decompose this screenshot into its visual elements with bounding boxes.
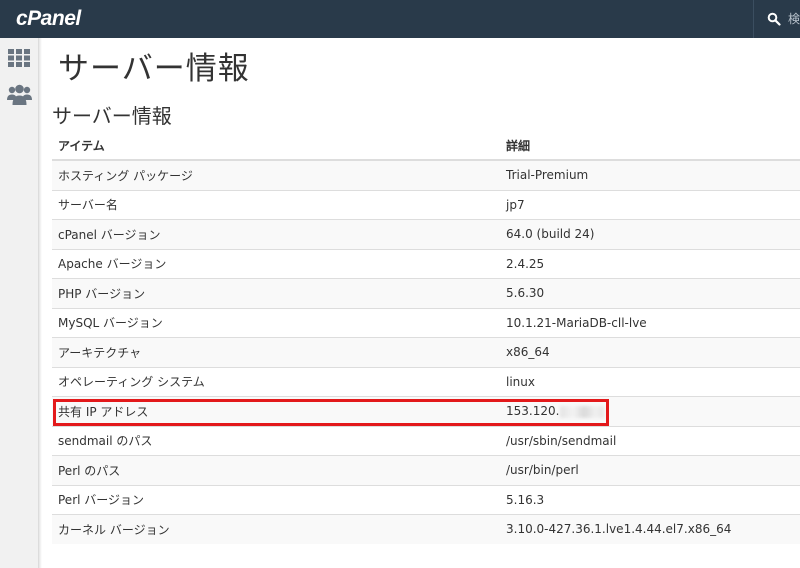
row-detail: x86_64 — [500, 337, 800, 367]
row-detail: jp7 — [500, 189, 800, 220]
cpanel-logo[interactable]: cPanel — [16, 7, 81, 31]
table-row: Perl のパス /usr/bin/perl — [52, 455, 800, 485]
table-row: MySQL バージョン 10.1.21-MariaDB-cll-lve — [52, 307, 800, 338]
table-row: Apache バージョン 2.4.25 — [52, 248, 800, 279]
server-info-table: アイテム 詳細 ホスティング パッケージ Trial-Premium サーバー名… — [52, 132, 800, 544]
table-header-row: アイテム 詳細 — [52, 132, 800, 161]
row-detail: 5.6.30 — [500, 278, 800, 308]
row-item: Perl バージョン — [52, 484, 500, 515]
column-header-item: アイテム — [52, 132, 500, 161]
row-item: Perl のパス — [52, 455, 500, 485]
content-shadow — [39, 38, 42, 568]
search-box[interactable]: 検索 — [753, 0, 800, 38]
section-title: サーバー情報 — [52, 104, 172, 128]
row-item: サーバー名 — [52, 189, 500, 220]
table-row: cPanel バージョン 64.0 (build 24) — [52, 219, 800, 249]
ip-address-value: 153.120. — [506, 404, 560, 419]
row-item: アーキテクチャ — [52, 337, 500, 367]
row-item: PHP バージョン — [52, 278, 500, 308]
column-header-detail: 詳細 — [500, 132, 800, 161]
row-item: 共有 IP アドレス — [52, 396, 500, 426]
row-detail: 3.10.0-427.36.1.lve1.4.44.el7.x86_64 — [500, 514, 800, 544]
row-detail: 5.16.3 — [500, 484, 800, 515]
row-detail: linux — [500, 366, 800, 397]
row-item: cPanel バージョン — [52, 219, 500, 249]
row-item: オペレーティング システム — [52, 366, 500, 397]
row-detail: /usr/sbin/sendmail — [500, 425, 800, 456]
ip-address-redaction — [560, 405, 605, 418]
search-icon — [767, 12, 781, 26]
sidebar — [0, 38, 39, 568]
row-item: ホスティング パッケージ — [52, 159, 500, 190]
top-bar: cPanel 検索 — [0, 0, 800, 38]
table-row: オペレーティング システム linux — [52, 366, 800, 397]
table-row: カーネル バージョン 3.10.0-427.36.1.lve1.4.44.el7… — [52, 514, 800, 544]
row-item: MySQL バージョン — [52, 307, 500, 338]
row-detail: 2.4.25 — [500, 248, 800, 279]
users-icon[interactable] — [7, 84, 32, 106]
table-row: ホスティング パッケージ Trial-Premium — [52, 159, 800, 190]
table-row: 共有 IP アドレス 153.120. — [52, 396, 800, 426]
grid-icon[interactable] — [8, 49, 30, 67]
row-detail: /usr/bin/perl — [500, 455, 800, 485]
table-row: PHP バージョン 5.6.30 — [52, 278, 800, 308]
table-row: アーキテクチャ x86_64 — [52, 337, 800, 367]
row-detail: 64.0 (build 24) — [500, 219, 800, 249]
row-item: カーネル バージョン — [52, 514, 500, 544]
row-detail: Trial-Premium — [500, 159, 800, 190]
row-detail-ip: 153.120. — [500, 396, 800, 426]
page-title: サーバー情報 — [58, 51, 250, 87]
search-placeholder[interactable]: 検索 — [788, 10, 800, 27]
table-row: sendmail のパス /usr/sbin/sendmail — [52, 425, 800, 456]
table-row: サーバー名 jp7 — [52, 189, 800, 220]
row-item: Apache バージョン — [52, 248, 500, 279]
table-row: Perl バージョン 5.16.3 — [52, 484, 800, 515]
row-detail: 10.1.21-MariaDB-cll-lve — [500, 307, 800, 338]
row-item: sendmail のパス — [52, 425, 500, 456]
